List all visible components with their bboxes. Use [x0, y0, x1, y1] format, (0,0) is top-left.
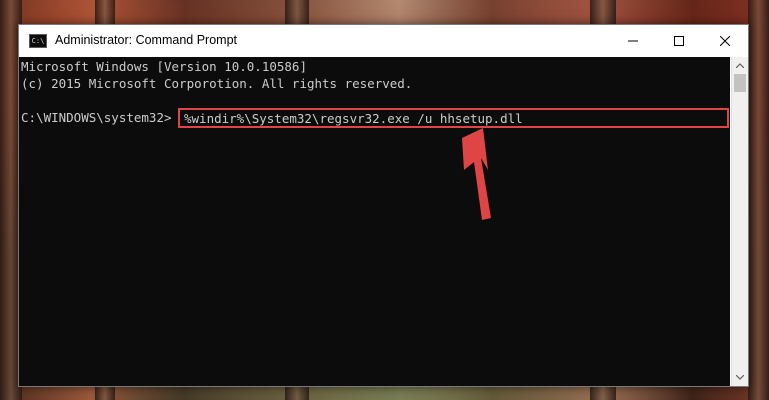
background-tree-trunk: [748, 0, 769, 400]
close-icon: [720, 36, 730, 46]
console-output-area[interactable]: Microsoft Windows [Version 10.0.10586] (…: [19, 57, 730, 386]
scroll-thumb[interactable]: [734, 74, 746, 92]
window-title: Administrator: Command Prompt: [55, 33, 238, 47]
console-version-line: Microsoft Windows [Version 10.0.10586]: [21, 59, 307, 74]
highlighted-command-box: %windir%\System32\regsvr32.exe /u hhsetu…: [178, 108, 729, 128]
console-copyright-line: (c) 2015 Microsoft Corporotion. All righ…: [21, 76, 413, 91]
chevron-up-icon: [736, 63, 744, 68]
command-prompt-window[interactable]: C:\ Administrator: Command Prompt Micros…: [18, 24, 749, 387]
minimize-icon: [628, 40, 638, 42]
close-button[interactable]: [702, 25, 748, 57]
scroll-down-button[interactable]: [732, 369, 748, 386]
maximize-button[interactable]: [656, 25, 702, 57]
minimize-button[interactable]: [610, 25, 656, 57]
console-prompt: C:\WINDOWS\system32>: [21, 110, 172, 125]
console-command-input[interactable]: %windir%\System32\regsvr32.exe /u hhsetu…: [184, 111, 523, 126]
chevron-down-icon: [736, 375, 744, 380]
vertical-scrollbar[interactable]: [731, 57, 748, 386]
maximize-icon: [674, 36, 684, 46]
scroll-up-button[interactable]: [732, 57, 748, 74]
red-arrow-icon: [462, 128, 491, 220]
console-app-icon: C:\: [29, 34, 47, 48]
title-bar[interactable]: C:\ Administrator: Command Prompt: [19, 25, 748, 57]
